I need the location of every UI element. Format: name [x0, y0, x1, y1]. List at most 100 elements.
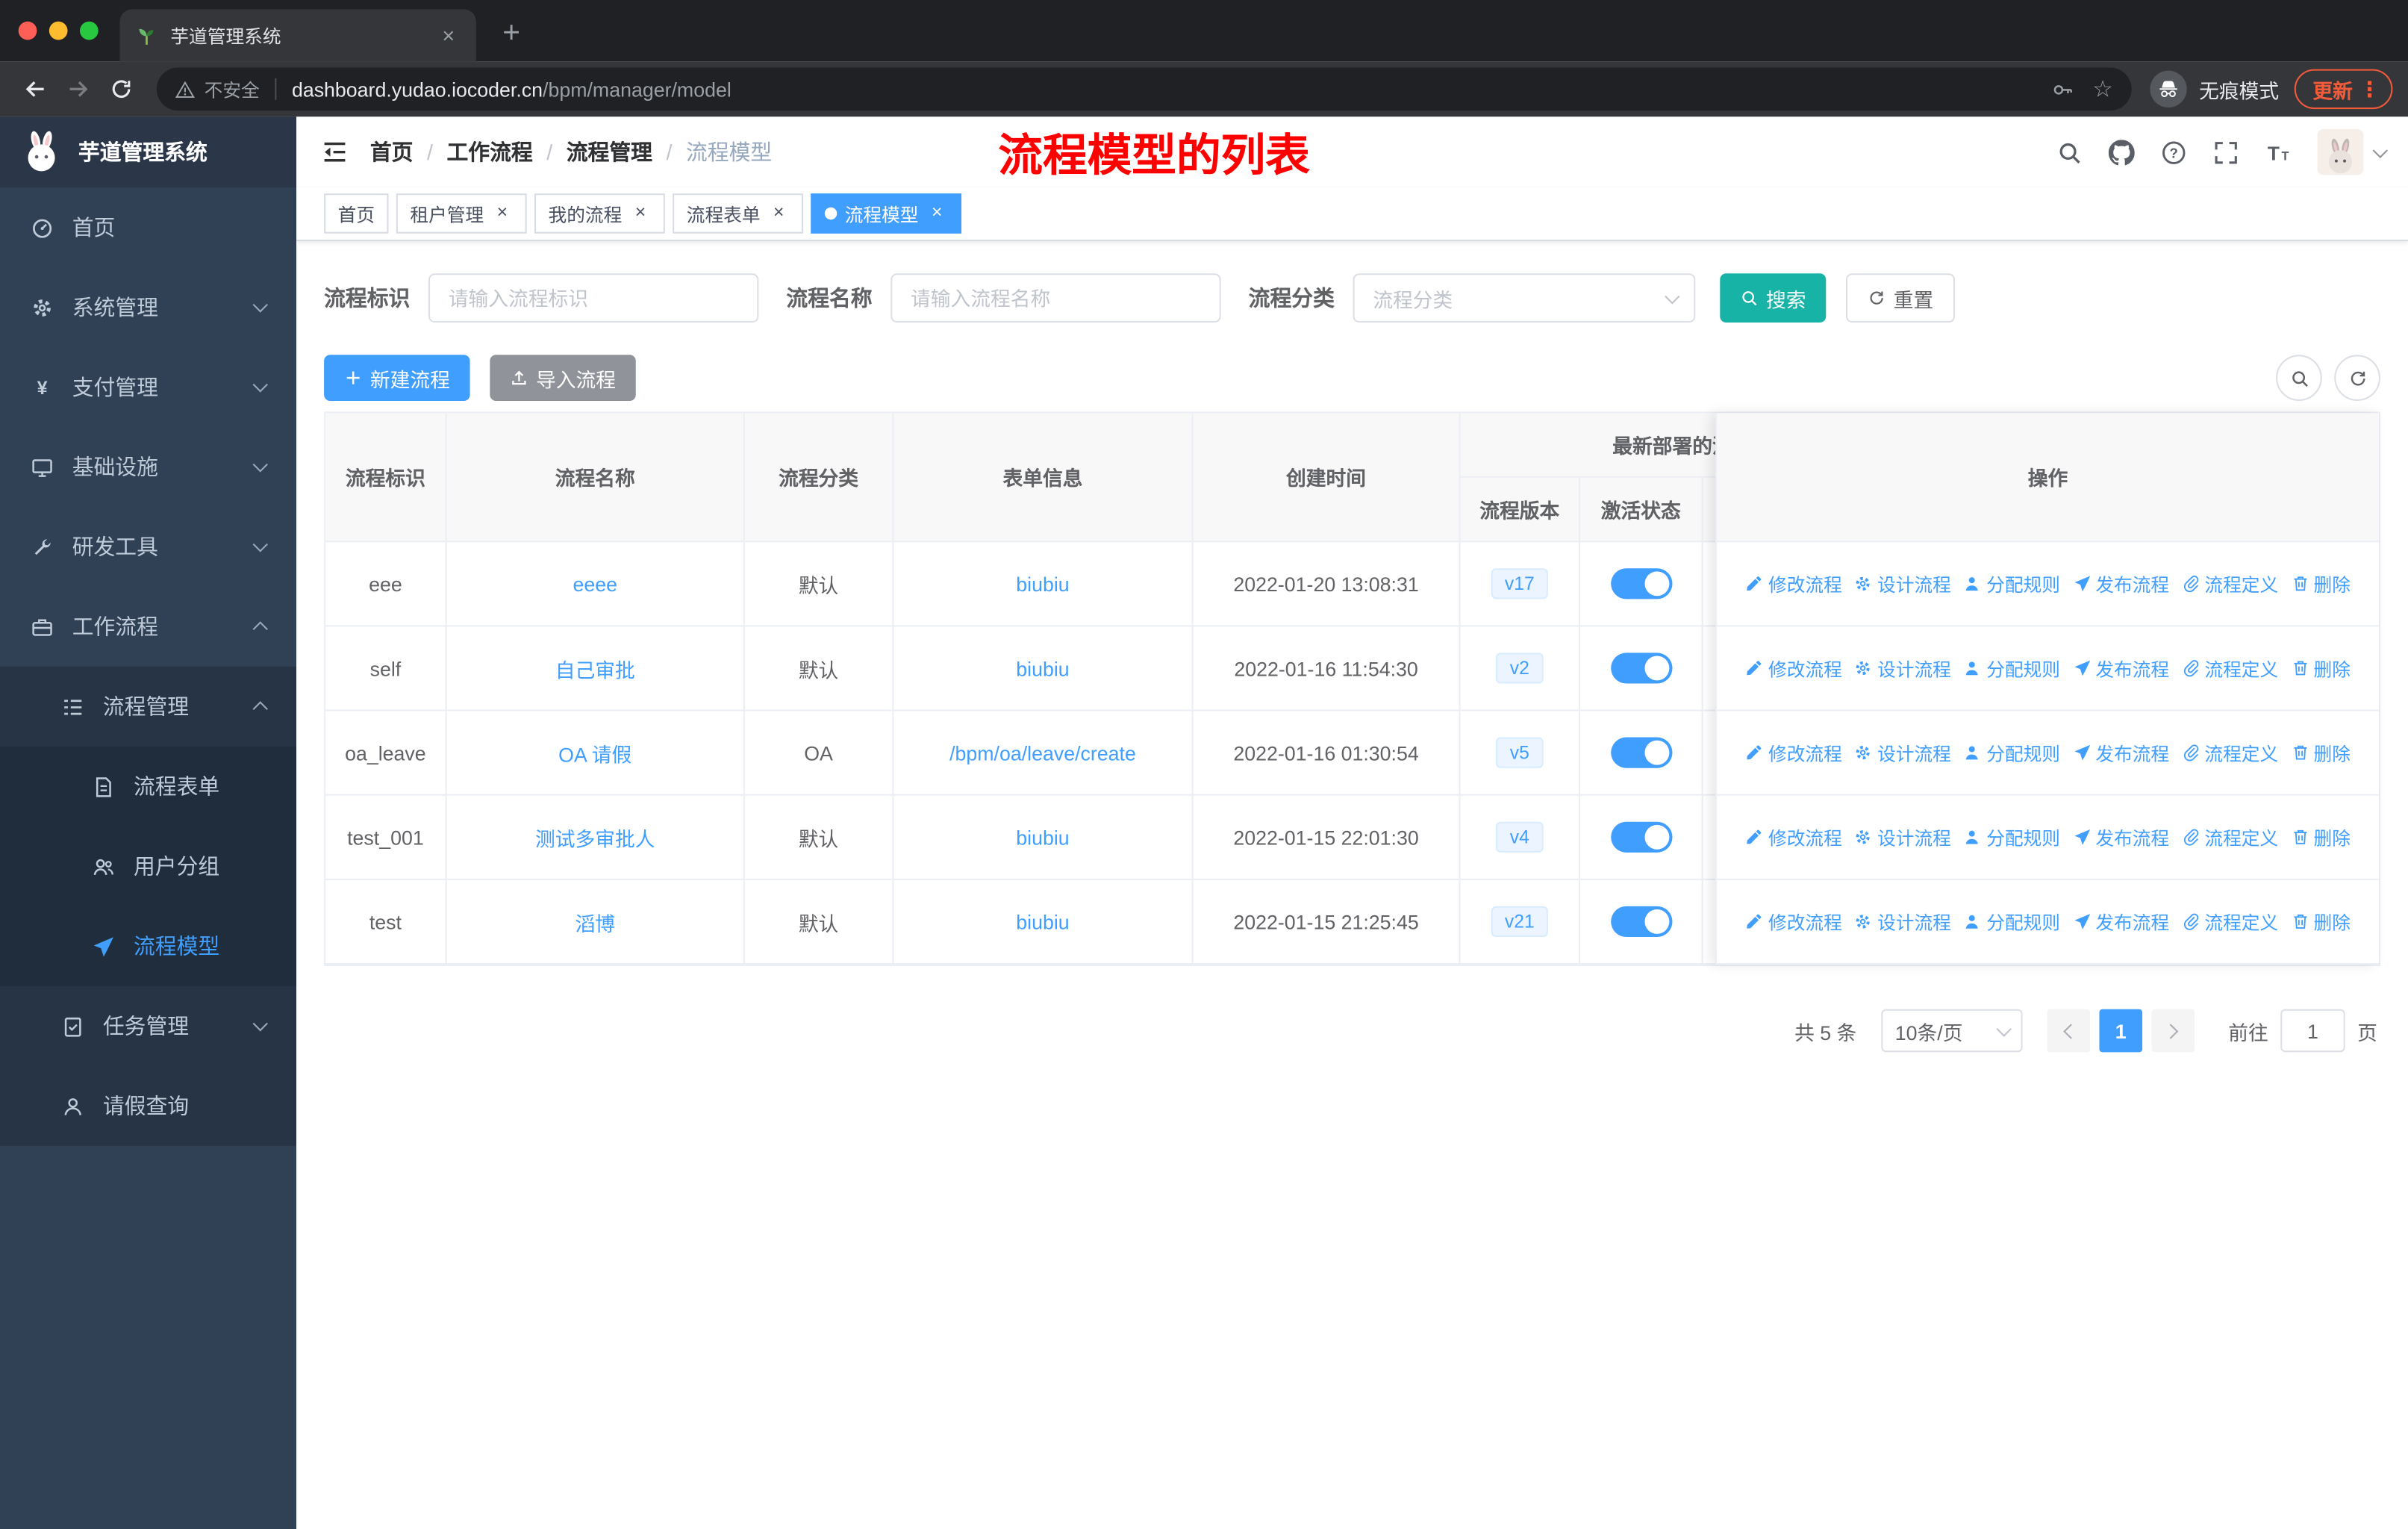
- tag-首页[interactable]: 首页: [324, 193, 389, 234]
- fullscreen-icon[interactable]: [2213, 139, 2239, 165]
- window-minimize-button[interactable]: [49, 21, 68, 40]
- breadcrumb-item[interactable]: 工作流程: [446, 137, 532, 167]
- address-bar[interactable]: 不安全 dashboard.yudao.iocoder.cn /bpm/mana…: [156, 67, 2132, 111]
- toggle-search-button[interactable]: [2276, 355, 2322, 401]
- import-model-button[interactable]: 导入流程: [490, 355, 636, 401]
- tag-我的流程[interactable]: 我的流程 ×: [534, 193, 665, 234]
- action-分配规则[interactable]: 分配规则: [1963, 655, 2060, 681]
- action-设计流程[interactable]: 设计流程: [1854, 740, 1951, 766]
- action-发布流程[interactable]: 发布流程: [2072, 740, 2169, 766]
- create-model-button[interactable]: 新建流程: [324, 355, 470, 401]
- model-name-link[interactable]: 滔博: [575, 907, 615, 936]
- form-info-link[interactable]: biubiu: [1016, 826, 1069, 849]
- back-button[interactable]: [16, 69, 55, 109]
- version-badge[interactable]: v5: [1496, 737, 1544, 768]
- form-info-link[interactable]: biubiu: [1016, 657, 1069, 680]
- action-删除[interactable]: 删除: [2291, 655, 2351, 681]
- sidebar-item-流程模型[interactable]: 流程模型: [0, 906, 297, 986]
- action-修改流程[interactable]: 修改流程: [1745, 909, 1842, 935]
- model-name-link[interactable]: 测试多审批人: [535, 823, 655, 852]
- page-size-select[interactable]: 10条/页: [1881, 1009, 2023, 1053]
- model-name-link[interactable]: OA 请假: [558, 738, 631, 767]
- active-toggle[interactable]: [1610, 737, 1672, 768]
- next-page-button[interactable]: [2151, 1009, 2195, 1053]
- category-select[interactable]: 流程分类: [1353, 273, 1696, 323]
- window-close-button[interactable]: [18, 21, 37, 40]
- action-发布流程[interactable]: 发布流程: [2072, 909, 2169, 935]
- sidebar-item-流程管理[interactable]: 流程管理: [0, 666, 297, 747]
- search-button[interactable]: 搜索: [1720, 273, 1827, 323]
- sidebar-item-基础设施[interactable]: 基础设施: [0, 427, 296, 507]
- action-修改流程[interactable]: 修改流程: [1745, 570, 1842, 597]
- prev-page-button[interactable]: [2047, 1009, 2091, 1053]
- model-id-input[interactable]: [428, 273, 759, 323]
- sidebar-item-请假查询[interactable]: 请假查询: [0, 1065, 297, 1146]
- action-流程定义[interactable]: 流程定义: [2182, 740, 2278, 766]
- sidebar-item-系统管理[interactable]: 系统管理: [0, 267, 296, 347]
- action-流程定义[interactable]: 流程定义: [2182, 909, 2278, 935]
- action-流程定义[interactable]: 流程定义: [2182, 570, 2278, 597]
- form-info-link[interactable]: /bpm/oa/leave/create: [949, 741, 1136, 764]
- forward-button[interactable]: [58, 69, 98, 109]
- github-icon[interactable]: [2108, 139, 2135, 165]
- action-修改流程[interactable]: 修改流程: [1745, 655, 1842, 681]
- browser-tab[interactable]: 芋道管理系统 ×: [119, 9, 476, 62]
- action-修改流程[interactable]: 修改流程: [1745, 824, 1842, 850]
- action-设计流程[interactable]: 设计流程: [1854, 824, 1951, 850]
- action-发布流程[interactable]: 发布流程: [2072, 655, 2169, 681]
- password-key-icon[interactable]: [2051, 78, 2074, 101]
- tab-close-icon[interactable]: ×: [436, 23, 461, 48]
- sidebar-item-任务管理[interactable]: 任务管理: [0, 985, 297, 1066]
- close-icon[interactable]: ×: [630, 202, 652, 225]
- browser-update-button[interactable]: 更新 ⋮: [2294, 69, 2393, 110]
- version-badge[interactable]: v17: [1491, 568, 1549, 600]
- action-删除[interactable]: 删除: [2291, 570, 2351, 597]
- bookmark-star-icon[interactable]: ☆: [2092, 78, 2113, 101]
- form-info-link[interactable]: biubiu: [1016, 910, 1069, 933]
- action-分配规则[interactable]: 分配规则: [1963, 824, 2060, 850]
- action-删除[interactable]: 删除: [2291, 909, 2351, 935]
- version-badge[interactable]: v4: [1496, 821, 1544, 853]
- active-toggle[interactable]: [1610, 653, 1672, 684]
- font-size-icon[interactable]: TT: [2265, 139, 2292, 165]
- tag-租户管理[interactable]: 租户管理 ×: [396, 193, 527, 234]
- breadcrumb-item[interactable]: 首页: [370, 137, 414, 167]
- security-chip[interactable]: 不安全: [175, 76, 260, 102]
- action-设计流程[interactable]: 设计流程: [1854, 570, 1951, 597]
- sidebar-item-用户分组[interactable]: 用户分组: [0, 826, 297, 906]
- reset-button[interactable]: 重置: [1846, 273, 1956, 323]
- goto-page-input[interactable]: [2280, 1009, 2345, 1053]
- sidebar-item-研发工具[interactable]: 研发工具: [0, 507, 296, 587]
- tag-流程表单[interactable]: 流程表单 ×: [673, 193, 804, 234]
- active-toggle[interactable]: [1610, 568, 1672, 600]
- window-zoom-button[interactable]: [79, 21, 99, 40]
- form-info-link[interactable]: biubiu: [1016, 572, 1069, 595]
- refresh-table-button[interactable]: [2334, 355, 2380, 401]
- action-发布流程[interactable]: 发布流程: [2072, 824, 2169, 850]
- active-toggle[interactable]: [1610, 821, 1672, 853]
- new-tab-button[interactable]: [491, 12, 531, 52]
- version-badge[interactable]: v21: [1491, 906, 1549, 938]
- help-icon[interactable]: ?: [2161, 139, 2187, 165]
- action-修改流程[interactable]: 修改流程: [1745, 740, 1842, 766]
- page-number-button[interactable]: 1: [2099, 1009, 2143, 1053]
- search-icon[interactable]: [2056, 139, 2083, 165]
- incognito-avatar[interactable]: [2150, 70, 2187, 108]
- tag-流程模型[interactable]: 流程模型 ×: [811, 193, 962, 234]
- sidebar-item-工作流程[interactable]: 工作流程: [0, 587, 296, 667]
- close-icon[interactable]: ×: [491, 202, 513, 225]
- version-badge[interactable]: v2: [1496, 653, 1544, 684]
- close-icon[interactable]: ×: [768, 202, 790, 225]
- action-分配规则[interactable]: 分配规则: [1963, 570, 2060, 597]
- sidebar-logo[interactable]: 芋道管理系统: [0, 116, 297, 188]
- sidebar-item-流程表单[interactable]: 流程表单: [0, 746, 297, 826]
- close-icon[interactable]: ×: [926, 202, 948, 225]
- model-name-link[interactable]: eeee: [573, 572, 617, 595]
- reload-button[interactable]: [102, 69, 141, 109]
- action-设计流程[interactable]: 设计流程: [1854, 655, 1951, 681]
- action-删除[interactable]: 删除: [2291, 824, 2351, 850]
- sidebar-item-支付管理[interactable]: ¥ 支付管理: [0, 347, 296, 427]
- action-流程定义[interactable]: 流程定义: [2182, 655, 2278, 681]
- sidebar-toggle-button[interactable]: [321, 138, 349, 166]
- user-menu[interactable]: [2317, 128, 2388, 175]
